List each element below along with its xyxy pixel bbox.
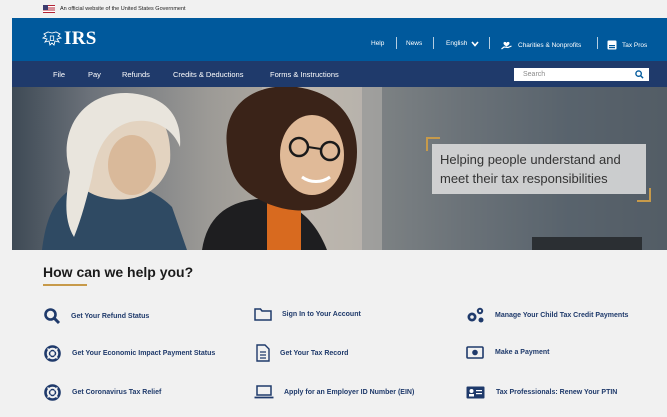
link-label: Tax Professionals: Renew Your PTIN bbox=[496, 389, 618, 396]
charities-link[interactable]: Charities & Nonprofits bbox=[501, 40, 581, 50]
language-label: English bbox=[446, 40, 468, 47]
site-header: IRS Help News English Charities & Nonpro… bbox=[12, 18, 667, 61]
logo-text: IRS bbox=[64, 28, 97, 49]
news-link[interactable]: News bbox=[406, 40, 422, 47]
eagle-icon bbox=[42, 31, 62, 46]
id-card-icon bbox=[466, 386, 485, 399]
help-section: How can we help you? Get Your Refund Sta… bbox=[12, 250, 667, 417]
tax-pros-link[interactable]: Tax Pros bbox=[607, 40, 647, 50]
child-tax-credit-link[interactable]: Manage Your Child Tax Credit Payments bbox=[465, 306, 628, 324]
link-label: Get Your Refund Status bbox=[71, 312, 150, 320]
lifebuoy-icon bbox=[44, 384, 61, 401]
divider bbox=[489, 37, 490, 49]
make-payment-link[interactable]: Make a Payment bbox=[466, 346, 549, 359]
gov-banner-text: An official website of the United States… bbox=[60, 6, 186, 12]
language-selector[interactable]: English bbox=[446, 40, 479, 47]
charities-label: Charities & Nonprofits bbox=[518, 41, 582, 49]
link-label: Manage Your Child Tax Credit Payments bbox=[495, 311, 629, 319]
hero-caption-line2: meet their tax responsibilities bbox=[440, 171, 608, 186]
gov-banner: An official website of the United States… bbox=[0, 0, 667, 18]
help-link[interactable]: Help bbox=[371, 40, 384, 47]
link-label: Sign In to Your Account bbox=[282, 310, 361, 318]
nav-forms-instructions[interactable]: Forms & Instructions bbox=[270, 70, 339, 79]
help-heading: How can we help you? bbox=[43, 264, 194, 280]
money-icon bbox=[466, 346, 484, 359]
hero-corner-accent bbox=[637, 188, 651, 202]
nav-pay[interactable]: Pay bbox=[88, 70, 101, 79]
economic-impact-link[interactable]: Get Your Economic Impact Payment Status bbox=[44, 345, 215, 362]
id-badge-icon bbox=[607, 40, 617, 50]
employer-id-link[interactable]: Apply for an Employer ID Number (EIN) bbox=[254, 385, 414, 399]
document-icon bbox=[256, 344, 270, 362]
nav-refunds[interactable]: Refunds bbox=[122, 70, 150, 79]
us-flag-icon bbox=[43, 5, 55, 13]
nav-credits-deductions[interactable]: Credits & Deductions bbox=[173, 70, 243, 79]
heading-underline bbox=[43, 284, 87, 286]
link-label: Get Your Economic Impact Payment Status bbox=[72, 350, 216, 357]
renew-ptin-link[interactable]: Tax Professionals: Renew Your PTIN bbox=[466, 386, 617, 399]
search-placeholder: Search bbox=[523, 70, 546, 78]
laptop-icon bbox=[254, 385, 274, 399]
hero-caption-box: Helping people understand and meet their… bbox=[432, 144, 646, 194]
divider bbox=[396, 37, 397, 49]
chevron-down-icon bbox=[471, 40, 479, 47]
sign-in-link[interactable]: Sign In to Your Account bbox=[254, 306, 361, 322]
tax-record-link[interactable]: Get Your Tax Record bbox=[256, 344, 348, 362]
link-label: Get Coronavirus Tax Relief bbox=[72, 389, 162, 396]
gears-icon bbox=[467, 307, 484, 323]
link-label: Make a Payment bbox=[495, 349, 550, 356]
refund-status-link[interactable]: Get Your Refund Status bbox=[43, 307, 149, 325]
irs-logo[interactable]: IRS bbox=[42, 28, 97, 50]
link-label: Get Your Tax Record bbox=[280, 349, 349, 357]
coronavirus-relief-link[interactable]: Get Coronavirus Tax Relief bbox=[44, 384, 161, 401]
lifebuoy-icon bbox=[44, 345, 61, 362]
search-icon[interactable] bbox=[635, 70, 644, 79]
search-input[interactable]: Search bbox=[514, 68, 649, 81]
divider bbox=[597, 37, 598, 49]
folder-icon bbox=[254, 308, 272, 321]
divider bbox=[433, 37, 434, 49]
nav-file[interactable]: File bbox=[53, 70, 65, 79]
link-label: Apply for an Employer ID Number (EIN) bbox=[284, 388, 415, 396]
hero-caption-line1: Helping people understand and bbox=[440, 152, 621, 167]
heart-hand-icon bbox=[501, 41, 512, 50]
search-icon bbox=[44, 308, 61, 325]
main-nav: File Pay Refunds Credits & Deductions Fo… bbox=[12, 61, 667, 87]
hero-banner: Helping people understand and meet their… bbox=[12, 87, 667, 250]
tax-pros-label: Tax Pros bbox=[622, 41, 648, 49]
